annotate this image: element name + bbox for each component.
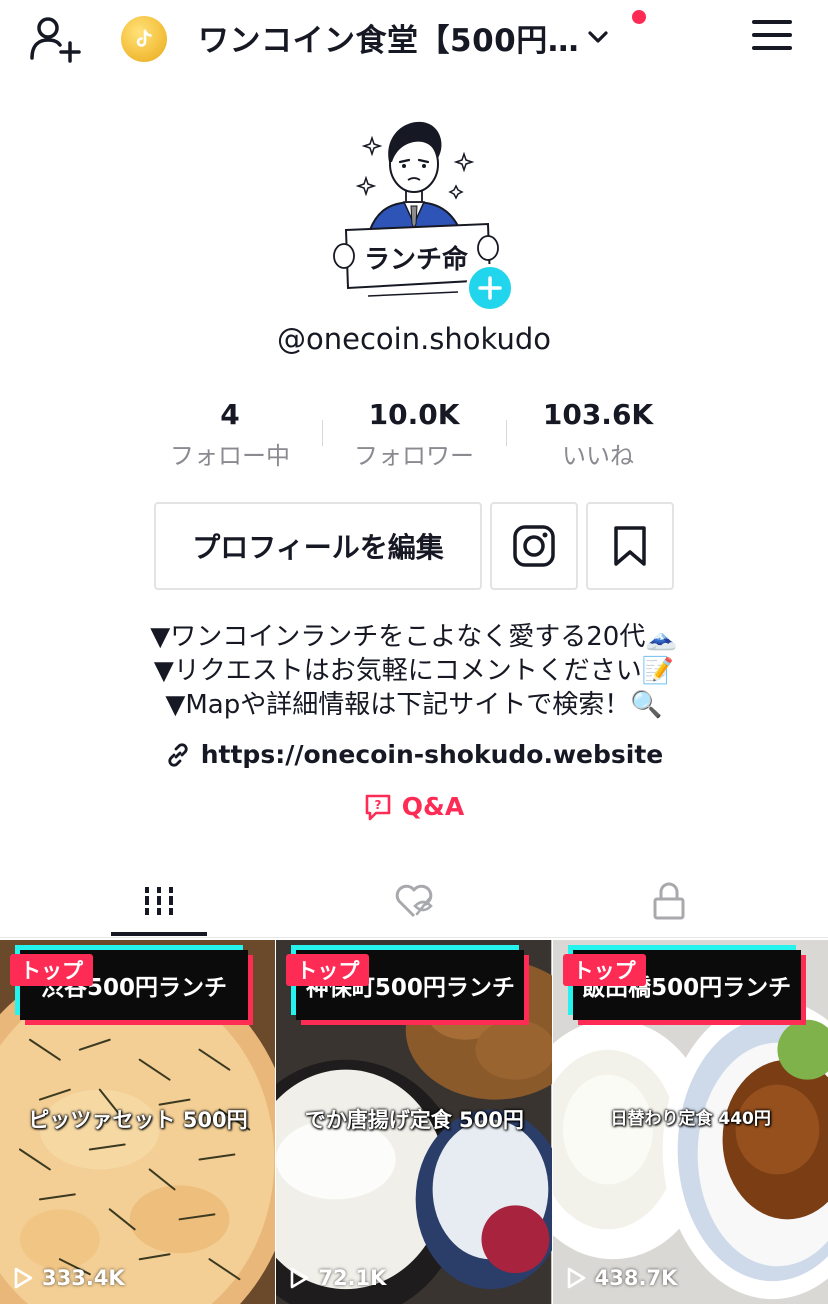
tab-liked[interactable] [276, 864, 552, 938]
followers-count: 10.0K [368, 398, 460, 431]
view-count-value: 438.7K [594, 1266, 678, 1290]
stat-divider [506, 420, 507, 446]
favorites-button[interactable] [586, 502, 674, 590]
menu-icon[interactable] [752, 20, 792, 54]
heart-hidden-icon [395, 884, 433, 918]
dish-label: でか唐揚げ定食 500円 [304, 1108, 524, 1132]
view-count-value: 333.4K [42, 1266, 125, 1290]
link-icon [168, 742, 188, 767]
qa-label: Q&A [401, 792, 465, 821]
bio: ▼ワンコインランチをこよなく愛する20代🗻 ▼リクエストはお気軽にコメントくださ… [0, 620, 828, 722]
video-thumbnail[interactable]: 渋谷500円ランチ トップ ピッツァセット 500円 333.4K [0, 940, 276, 1305]
followers-stat[interactable]: 10.0K フォロワー [324, 396, 504, 471]
notification-dot [632, 10, 646, 24]
play-icon [567, 1267, 585, 1289]
avatar-add-button[interactable] [466, 264, 514, 312]
add-user-icon[interactable] [28, 14, 82, 64]
active-tab-indicator [111, 932, 207, 936]
following-count: 4 [220, 398, 240, 431]
bio-line: ▼ワンコインランチをこよなく愛する20代🗻 [150, 622, 678, 652]
grid-icon [142, 887, 176, 915]
instagram-button[interactable] [490, 502, 578, 590]
chevron-down-icon [588, 31, 608, 43]
video-grid: 渋谷500円ランチ トップ ピッツァセット 500円 333.4K 神保町500… [0, 940, 828, 1305]
plus-icon [478, 276, 502, 300]
svg-text:?: ? [374, 798, 381, 812]
bookmark-icon [614, 526, 646, 566]
coin-icon[interactable] [121, 16, 167, 62]
svg-text:ランチ命: ランチ命 [364, 244, 469, 275]
play-icon [291, 1267, 309, 1289]
view-count-value: 72.1K [318, 1266, 387, 1290]
question-bubble-icon: ? [365, 794, 391, 820]
view-count: 72.1K [288, 1266, 386, 1290]
video-thumbnail[interactable]: 神保町500円ランチ トップ でか唐揚げ定食 500円 72.1K [276, 940, 552, 1305]
likes-label: いいね [562, 442, 634, 470]
username: @onecoin.shokudo [277, 322, 551, 356]
followers-label: フォロワー [354, 442, 474, 470]
view-count: 333.4K [12, 1266, 125, 1290]
lock-icon [653, 882, 685, 920]
edit-profile-button[interactable]: プロフィールを編集 [154, 502, 482, 590]
stat-divider [322, 420, 323, 446]
dish-label: 日替わり定食 440円 [610, 1109, 771, 1129]
profile-tabs [0, 864, 828, 938]
profile-header: ワンコイン食堂【500円… [0, 0, 828, 80]
account-name: ワンコイン食堂【500円… [198, 22, 580, 59]
tab-videos[interactable] [21, 864, 297, 938]
dish-label: ピッツァセット 500円 [28, 1108, 248, 1132]
video-thumbnail[interactable]: 飯田橋500円ランチ トップ 日替わり定食 440円 438.7K [552, 940, 828, 1305]
website-link[interactable]: https://onecoin-shokudo.website [0, 740, 828, 769]
pinned-badge: トップ [286, 954, 370, 986]
view-count: 438.7K [565, 1266, 678, 1290]
likes-stat[interactable]: 103.6K いいね [508, 396, 688, 471]
profile-stats: 4 フォロー中 10.0K フォロワー 103.6K いいね [0, 396, 828, 472]
following-label: フォロー中 [170, 442, 290, 470]
account-switcher[interactable]: ワンコイン食堂【500円… [198, 12, 611, 62]
likes-count: 103.6K [542, 398, 654, 431]
website-url: https://onecoin-shokudo.website [200, 740, 664, 769]
bio-line: ▼Mapや詳細情報は下記サイトで検索！🔍 [165, 690, 663, 720]
play-icon [14, 1267, 33, 1289]
pinned-badge: トップ [562, 954, 646, 986]
pinned-badge: トップ [10, 954, 93, 986]
instagram-icon [513, 525, 555, 567]
tab-private[interactable] [531, 864, 807, 938]
following-stat[interactable]: 4 フォロー中 [140, 396, 320, 471]
bio-line: ▼リクエストはお気軽にコメントください📝 [153, 656, 675, 686]
qa-button[interactable]: ? Q&A [0, 792, 828, 821]
